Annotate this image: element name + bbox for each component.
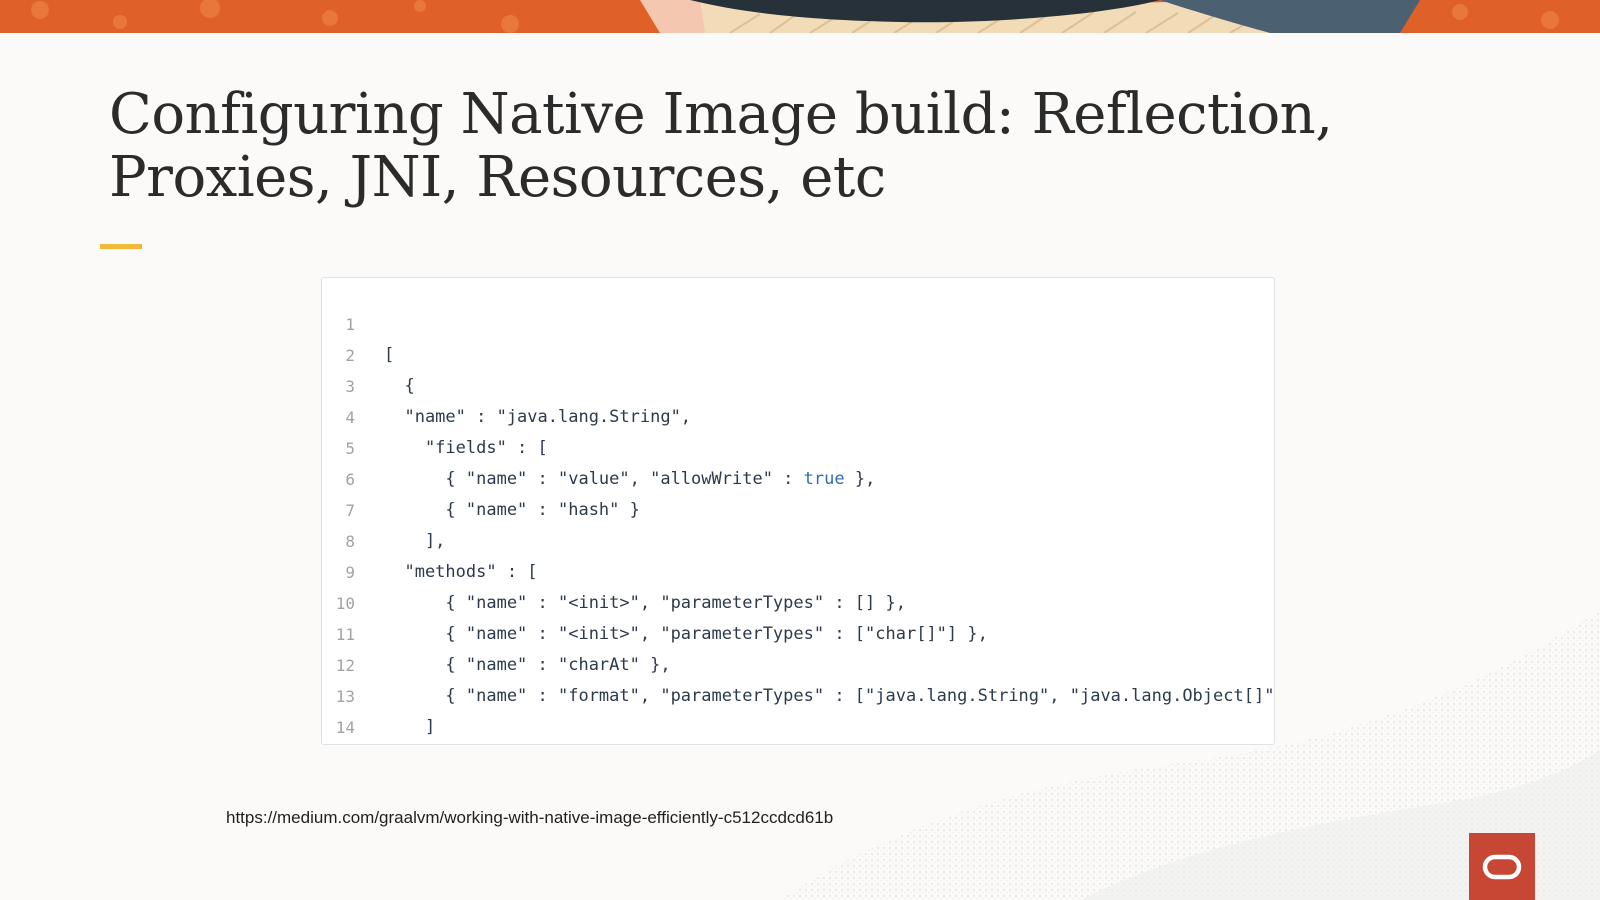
- code-block: 1 [ 2 { 3 "name" : "java.lang.String", 4…: [321, 277, 1275, 745]
- code-line: 1 [: [322, 278, 394, 365]
- title-accent-bar: [100, 244, 142, 249]
- code-line: 15 ]: [322, 712, 363, 743]
- code-text: { "name" : "format", "parameterTypes" : …: [384, 686, 1275, 706]
- code-text: { "name" : "value", "allowWrite" : true …: [384, 464, 875, 495]
- code-line: 8 "methods" : [: [322, 495, 537, 582]
- code-line: 13 ]: [322, 650, 435, 737]
- code-text: "name" : "java.lang.String",: [384, 407, 692, 427]
- code-line: 9 { "name" : "<init>", "parameterTypes" …: [322, 526, 906, 613]
- code-line: 7 ],: [322, 464, 445, 551]
- code-text: ]: [384, 717, 436, 737]
- code-line: 11 { "name" : "charAt" },: [322, 588, 671, 675]
- code-keyword: true: [803, 469, 845, 489]
- code-line: 2 {: [322, 309, 414, 396]
- code-text: {: [384, 376, 415, 396]
- code-line: 3 "name" : "java.lang.String",: [322, 340, 691, 427]
- code-text: [: [384, 345, 395, 365]
- code-text: ],: [384, 531, 446, 551]
- code-line: 10 { "name" : "<init>", "parameterTypes"…: [322, 557, 988, 644]
- code-text: }: [384, 743, 415, 744]
- slide-title-line-1: Configuring Native Image build: Reflecti…: [109, 82, 1333, 147]
- code-segment: { "name" : "value", "allowWrite" :: [384, 469, 804, 489]
- code-text: { "name" : "<init>", "parameterTypes" : …: [384, 624, 988, 644]
- code-text: { "name" : "hash" }: [384, 500, 640, 520]
- code-line: 4 "fields" : [: [322, 371, 547, 458]
- code-line: 5 { "name" : "value", "allowWrite" : tru…: [322, 402, 875, 489]
- code-text: { "name" : "charAt" },: [384, 655, 671, 675]
- code-line: 14 }: [322, 681, 363, 737]
- code-text: "methods" : [: [384, 562, 538, 582]
- code-text: { "name" : "<init>", "parameterTypes" : …: [384, 593, 906, 613]
- source-link[interactable]: https://medium.com/graalvm/working-with-…: [226, 808, 833, 828]
- oracle-logo-icon: [1469, 833, 1535, 900]
- code-line: 6 { "name" : "hash" }: [322, 433, 640, 520]
- code-text: "fields" : [: [384, 438, 548, 458]
- code-segment: },: [844, 469, 876, 489]
- decorative-header-banner: [0, 0, 1600, 33]
- slide-title: Configuring Native Image build: Reflecti…: [109, 83, 1409, 209]
- line-number: 15: [322, 743, 355, 744]
- code-line: 12 { "name" : "format", "parameterTypes"…: [322, 619, 1274, 706]
- slide-title-line-2: Proxies, JNI, Resources, etc: [109, 145, 886, 210]
